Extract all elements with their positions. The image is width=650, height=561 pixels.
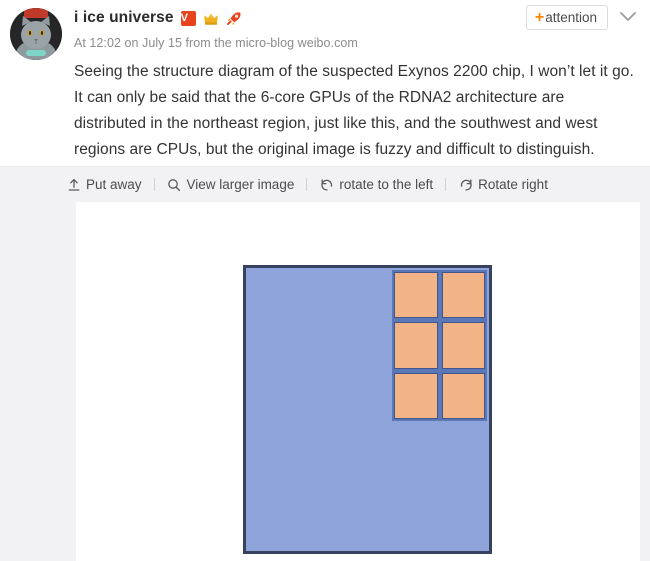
- page-left-gutter: [0, 202, 76, 561]
- attention-button-label: attention: [545, 10, 597, 25]
- rocket-icon: [226, 11, 241, 25]
- chip-die: [243, 265, 492, 554]
- rotate-left-button[interactable]: rotate to the left: [319, 177, 433, 192]
- verified-badge[interactable]: V: [180, 10, 196, 26]
- toolbar-divider: [445, 178, 447, 191]
- chevron-down-icon[interactable]: [616, 4, 640, 28]
- image-toolbar: Put away View larger image rotate to the…: [0, 166, 650, 202]
- gpu-core-4: [441, 322, 485, 369]
- page-right-gutter: [640, 202, 650, 561]
- put-away-icon: [66, 177, 81, 192]
- crown-icon: [203, 12, 218, 25]
- rotate-right-button[interactable]: Rotate right: [458, 177, 548, 192]
- gpu-core-6: [441, 372, 485, 419]
- exynos-2200-chip-die-diagram: [243, 265, 492, 554]
- rotate-left-label: rotate to the left: [339, 177, 434, 192]
- verified-badge-label: V: [180, 10, 196, 26]
- gpu-core-1: [394, 272, 438, 319]
- view-larger-image-label: View larger image: [186, 177, 295, 192]
- chevron-down-glyph: [620, 12, 636, 21]
- rocket-badge[interactable]: [226, 11, 242, 26]
- gpu-core-grid: [392, 270, 487, 421]
- magnifier-icon: [167, 177, 182, 192]
- toolbar-divider: [153, 178, 155, 191]
- rotate-right-icon: [458, 177, 473, 192]
- gpu-core-3: [394, 322, 438, 369]
- toolbar-divider: [306, 178, 308, 191]
- put-away-label: Put away: [86, 177, 142, 192]
- gpu-core-2: [441, 272, 485, 319]
- cat-avatar-icon: [10, 8, 62, 60]
- post-meta: At 12:02 on July 15 from the micro-blog …: [74, 36, 358, 50]
- put-away-button[interactable]: Put away: [66, 177, 142, 192]
- view-larger-image-button[interactable]: View larger image: [167, 177, 295, 192]
- avatar[interactable]: [10, 8, 62, 60]
- crown-badge[interactable]: [203, 11, 219, 26]
- rotate-left-icon: [319, 177, 334, 192]
- gpu-core-5: [394, 372, 438, 419]
- attention-button[interactable]: + attention: [525, 5, 608, 30]
- rotate-right-label: Rotate right: [478, 177, 548, 192]
- username[interactable]: i ice universe: [74, 9, 174, 27]
- weibo-post: i ice universe V At 12:02 on July 15 fro…: [0, 0, 650, 163]
- plus-icon: +: [534, 8, 545, 26]
- attached-image[interactable]: [76, 202, 640, 561]
- post-body: Seeing the structure diagram of the susp…: [74, 63, 634, 158]
